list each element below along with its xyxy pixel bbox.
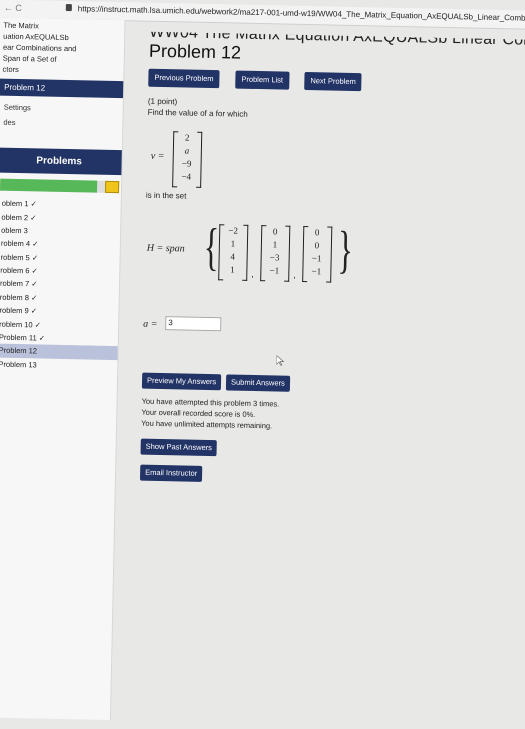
h1-right-bracket	[242, 224, 249, 281]
v-label: v =	[150, 150, 165, 163]
sidebar: The Matrix uation AxEQUALSb ear Combinat…	[0, 17, 126, 721]
sidebar-item-grades[interactable]: des	[0, 115, 123, 133]
set-text: is in the set	[145, 190, 187, 201]
h3-entry-1: 0	[314, 227, 320, 238]
h2-entry-1: 0	[272, 226, 278, 237]
mouse-cursor-icon	[276, 355, 285, 366]
progress-bar	[0, 178, 120, 194]
h2-entry-2: 1	[272, 239, 278, 250]
problem-list-button[interactable]: Problem List	[235, 70, 290, 90]
span-label: H = span	[146, 242, 185, 255]
v-entry-1: 2	[184, 132, 190, 143]
h2-entry-4: −1	[269, 265, 280, 276]
span-expression: H = span { −2 1 4 1 , 0 1 −3 −1 , 0 0 −1…	[146, 217, 387, 292]
progress-fill	[0, 178, 97, 193]
remaining-text: You have unlimited attempts remaining.	[141, 418, 273, 431]
problem-title: Problem 12	[148, 40, 242, 63]
h3-entry-2: 0	[314, 240, 320, 251]
problems-heading: Problems	[0, 147, 122, 176]
right-bracket	[196, 131, 203, 188]
comma: ,	[251, 268, 254, 279]
problem-prompt: Find the value of a for which	[148, 108, 248, 119]
vector-v: v = 2 a −9 −4	[150, 131, 221, 188]
h3-entry-4: −1	[311, 266, 322, 277]
screen: ← C https://instruct.math.lsa.umich.edu/…	[0, 0, 525, 721]
attempts-text: You have attempted this problem 3 times.	[141, 396, 280, 409]
left-brace: {	[203, 218, 220, 277]
main-content: WW04 The Matrix Equation AxEQUALSb Linea…	[123, 20, 525, 728]
answer-input[interactable]: 3	[165, 316, 222, 332]
sidebar-crumb-5[interactable]: ctors	[0, 64, 124, 78]
sidebar-problem-item[interactable]: Problem 13	[0, 357, 117, 373]
right-brace: }	[337, 221, 354, 280]
submit-answers-button[interactable]: Submit Answers	[225, 374, 290, 392]
h3-entry-3: −1	[311, 253, 322, 264]
h3-right-bracket	[326, 226, 333, 283]
points-label: (1 point)	[147, 96, 178, 107]
flag-icon	[104, 180, 120, 194]
h1-entry-1: −2	[228, 225, 239, 236]
sidebar-crumb-3-text: ear Combinations	[2, 42, 62, 53]
h2-right-bracket	[284, 225, 291, 282]
v-entry-3: −9	[181, 158, 192, 169]
email-instructor-button[interactable]: Email Instructor	[139, 464, 203, 482]
preview-answers-button[interactable]: Preview My Answers	[141, 372, 222, 391]
browser-nav-icons[interactable]: ← C	[4, 3, 22, 13]
lock-icon	[65, 3, 72, 12]
score-text: Your overall recorded score is 0%.	[141, 407, 256, 420]
comma: ,	[293, 269, 296, 280]
h1-entry-3: 4	[230, 251, 236, 262]
answer-label: a =	[143, 318, 158, 330]
v-entry-4: −4	[181, 171, 192, 182]
h1-entry-4: 1	[230, 264, 235, 275]
breadcrumb-trail: The Matrix uation AxEQUALSb ear Combinat…	[0, 20, 125, 78]
v-entry-2: a	[184, 145, 190, 156]
h2-entry-3: −3	[269, 252, 280, 263]
problem-list: oblem 1 ✓ oblem 2 ✓ oblem 3 roblem 4 ✓ roble…	[0, 197, 121, 373]
previous-problem-button[interactable]: Previous Problem	[148, 68, 220, 89]
sidebar-item-problem-12[interactable]: Problem 12	[0, 78, 124, 99]
next-problem-button[interactable]: Next Problem	[304, 71, 362, 92]
answer-row: a = 3	[143, 316, 222, 332]
h1-entry-2: 1	[230, 238, 236, 249]
show-past-answers-button[interactable]: Show Past Answers	[140, 438, 218, 457]
sidebar-crumb-and: and	[63, 43, 77, 54]
prompt-text: Find the value of a for which	[147, 107, 248, 119]
